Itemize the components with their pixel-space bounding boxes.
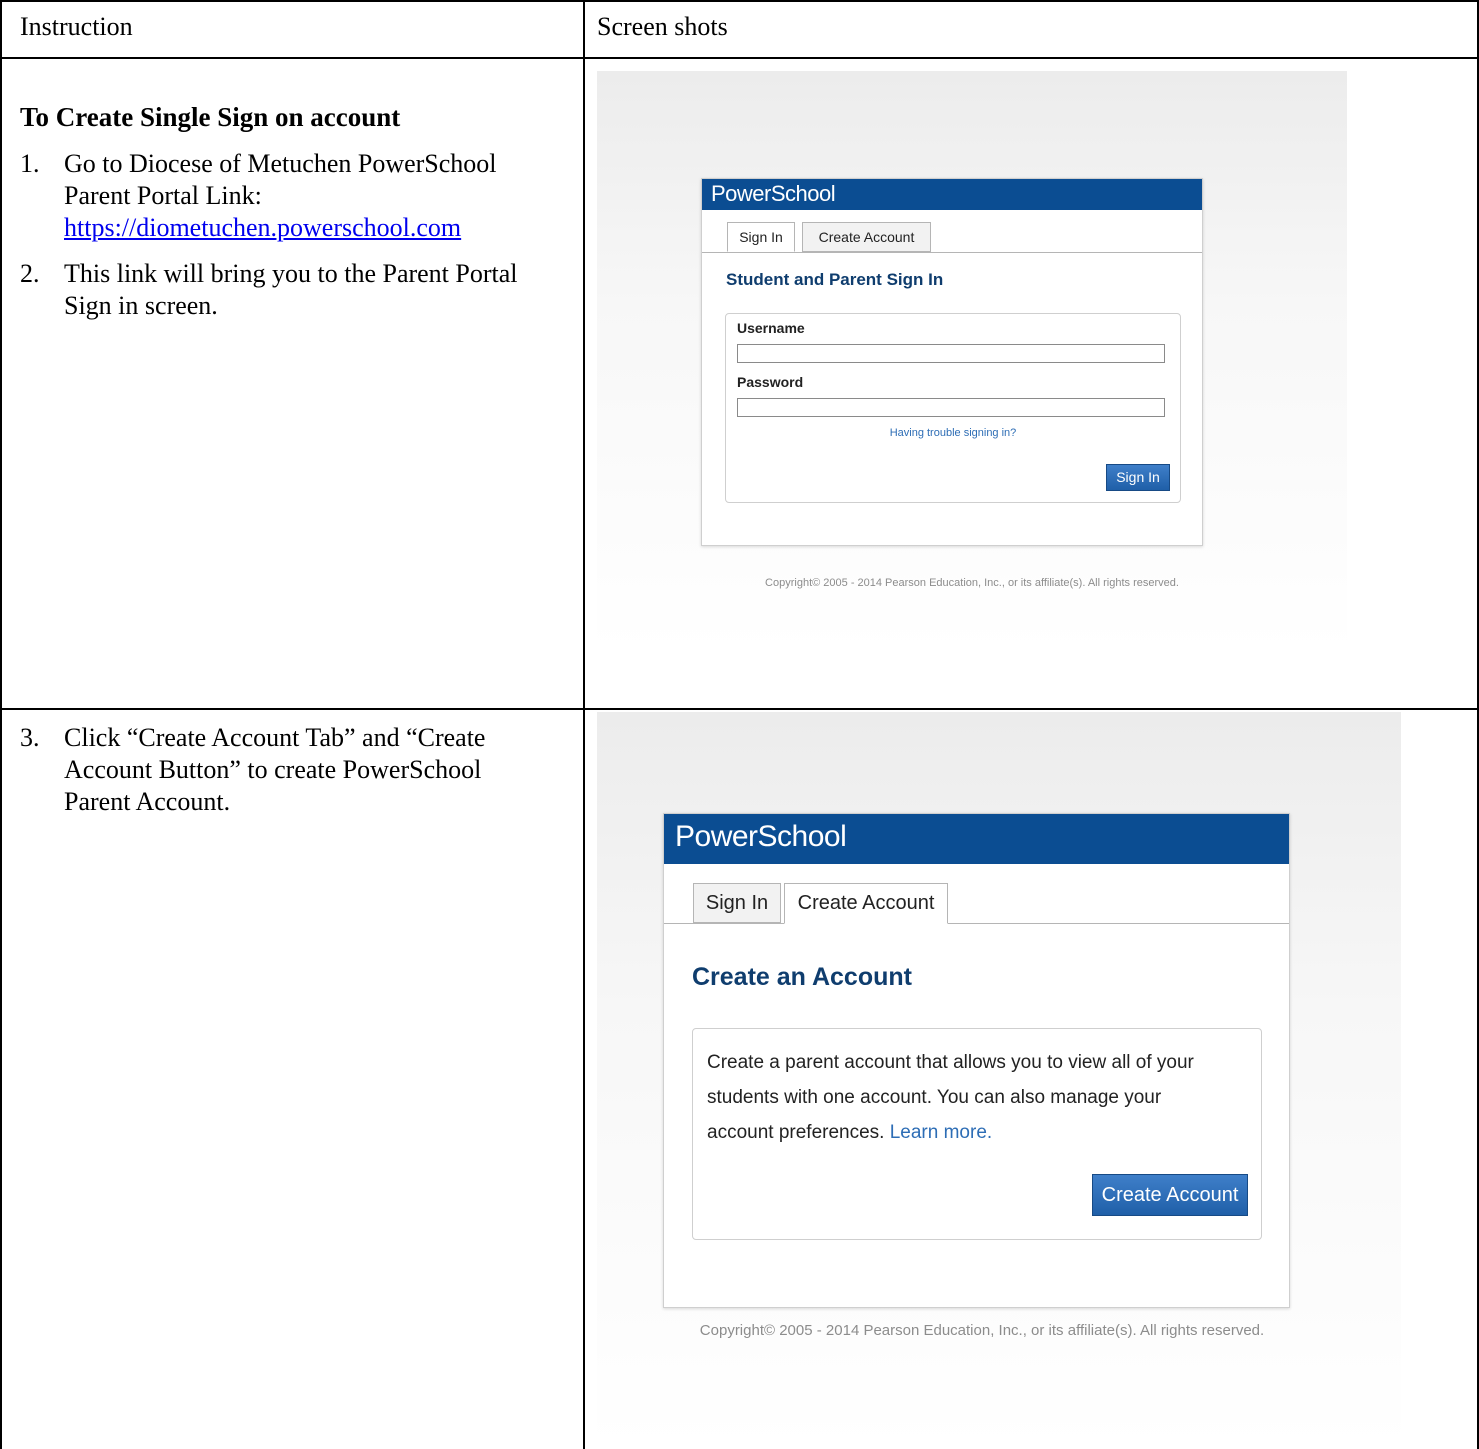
create-account-description: Create a parent account that allows you … xyxy=(707,1045,1227,1150)
signin-card: PowerSchool Sign In Create Account Stude… xyxy=(701,178,1203,546)
step-3: 3. Click “Create Account Tab” and “Creat… xyxy=(20,722,520,818)
signin-heading: Student and Parent Sign In xyxy=(726,270,944,289)
copyright-text: Copyright© 2005 - 2014 Pearson Education… xyxy=(699,1322,1265,1339)
learn-more-link[interactable]: Learn more. xyxy=(890,1122,992,1143)
powerschool-logo: PowerSchool xyxy=(675,820,847,853)
step-3-text: Click “Create Account Tab” and “Create A… xyxy=(64,723,486,816)
tab-sign-in[interactable]: Sign In xyxy=(727,222,795,252)
create-account-box: Create a parent account that allows you … xyxy=(692,1028,1262,1240)
tab-create-account[interactable]: Create Account xyxy=(802,222,931,252)
create-account-button[interactable]: Create Account xyxy=(1092,1174,1248,1216)
step-1: 1. Go to Diocese of Metuchen PowerSchool… xyxy=(20,148,560,244)
powerschool-header-bar: PowerSchool xyxy=(702,179,1202,210)
table-border-top xyxy=(0,0,1479,2)
tab-sign-in[interactable]: Sign In xyxy=(693,883,781,923)
tab-strip: Sign In Create Account xyxy=(664,864,1289,924)
trouble-signing-in-link[interactable]: Having trouble signing in? xyxy=(726,427,1180,439)
table-row-divider-1 xyxy=(0,708,1479,710)
step-2-number: 2. xyxy=(20,259,40,288)
screenshot-create-account: PowerSchool Sign In Create Account Creat… xyxy=(597,712,1401,1449)
table-column-divider xyxy=(583,0,585,1449)
password-input[interactable] xyxy=(737,398,1165,417)
tab-strip: Sign In Create Account xyxy=(702,210,1202,253)
password-label: Password xyxy=(737,374,804,390)
step-1-number: 1. xyxy=(20,149,40,178)
step-2-text: This link will bring you to the Parent P… xyxy=(64,259,518,320)
create-account-heading: Create an Account xyxy=(692,963,912,991)
step-2: 2. This link will bring you to the Paren… xyxy=(20,258,560,322)
step-1-text: Go to Diocese of Metuchen PowerSchool Pa… xyxy=(64,149,497,210)
header-screenshots: Screen shots xyxy=(597,12,728,41)
screenshot-sign-in: PowerSchool Sign In Create Account Stude… xyxy=(597,71,1347,651)
create-account-card: PowerSchool Sign In Create Account Creat… xyxy=(663,813,1290,1308)
copyright-text: Copyright© 2005 - 2014 Pearson Education… xyxy=(765,577,1179,589)
table-border-left xyxy=(0,0,2,1449)
section-title: To Create Single Sign on account xyxy=(20,102,401,132)
username-input[interactable] xyxy=(737,344,1165,363)
tab-create-account[interactable]: Create Account xyxy=(784,883,948,924)
portal-link[interactable]: https://diometuchen.powerschool.com xyxy=(64,213,461,242)
table-row-divider-header xyxy=(0,57,1479,59)
step-3-number: 3. xyxy=(20,723,40,752)
powerschool-logo: PowerSchool xyxy=(711,181,836,206)
signin-form-box: Username Password Having trouble signing… xyxy=(725,313,1181,503)
username-label: Username xyxy=(737,320,805,336)
header-instruction: Instruction xyxy=(20,12,133,41)
sign-in-button[interactable]: Sign In xyxy=(1106,464,1170,491)
powerschool-header-bar: PowerSchool xyxy=(664,814,1289,864)
